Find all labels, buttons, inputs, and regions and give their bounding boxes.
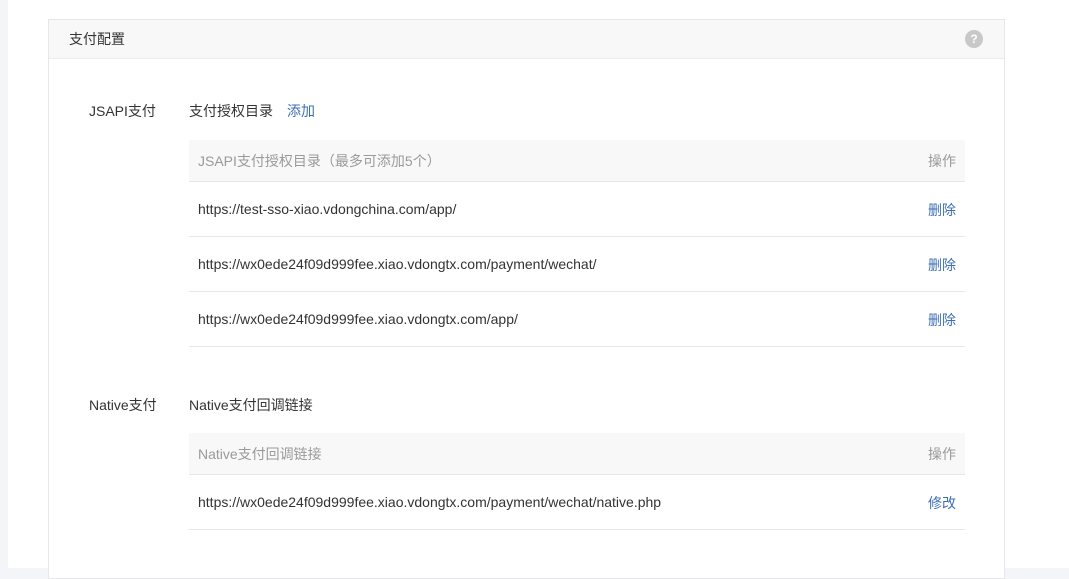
table-header-action: 操作: [928, 445, 956, 462]
edit-link[interactable]: 修改: [928, 493, 956, 513]
native-section-label: Native支付: [89, 397, 157, 413]
directory-url: https://wx0ede24f09d999fee.xiao.vdongtx.…: [198, 310, 518, 327]
delete-link[interactable]: 删除: [928, 200, 956, 220]
jsapi-subtitle-row: 支付授权目录 添加: [189, 101, 315, 121]
panel-header: 支付配置 ?: [49, 20, 1004, 59]
panel-title: 支付配置: [69, 31, 125, 47]
table-row: https://wx0ede24f09d999fee.xiao.vdongtx.…: [189, 475, 965, 530]
jsapi-section-label: JSAPI支付: [89, 103, 156, 119]
table-header-action: 操作: [928, 152, 956, 169]
native-callback-table: Native支付回调链接 操作 https://wx0ede24f09d999f…: [189, 433, 965, 530]
help-icon[interactable]: ?: [965, 30, 983, 48]
add-directory-link[interactable]: 添加: [287, 103, 315, 119]
table-header-url: JSAPI支付授权目录（最多可添加5个）: [198, 152, 441, 169]
table-header: Native支付回调链接 操作: [189, 433, 965, 475]
table-row: https://wx0ede24f09d999fee.xiao.vdongtx.…: [189, 237, 965, 292]
table-header-url: Native支付回调链接: [198, 445, 322, 462]
native-subtitle: Native支付回调链接: [189, 397, 313, 413]
directory-url: https://wx0ede24f09d999fee.xiao.vdongtx.…: [198, 255, 597, 272]
payment-config-panel: 支付配置 ? JSAPI支付 支付授权目录 添加 JSAPI支付授权目录（最多可添…: [48, 19, 1005, 579]
jsapi-directory-table: JSAPI支付授权目录（最多可添加5个） 操作 https://test-sso…: [189, 140, 965, 347]
jsapi-subtitle: 支付授权目录: [189, 103, 273, 119]
page-left-gutter: [0, 0, 8, 568]
delete-link[interactable]: 删除: [928, 310, 956, 330]
directory-url: https://test-sso-xiao.vdongchina.com/app…: [198, 200, 457, 217]
delete-link[interactable]: 删除: [928, 255, 956, 275]
table-row: https://wx0ede24f09d999fee.xiao.vdongtx.…: [189, 292, 965, 347]
table-header: JSAPI支付授权目录（最多可添加5个） 操作: [189, 140, 965, 182]
callback-url: https://wx0ede24f09d999fee.xiao.vdongtx.…: [198, 493, 662, 510]
table-row: https://test-sso-xiao.vdongchina.com/app…: [189, 182, 965, 237]
